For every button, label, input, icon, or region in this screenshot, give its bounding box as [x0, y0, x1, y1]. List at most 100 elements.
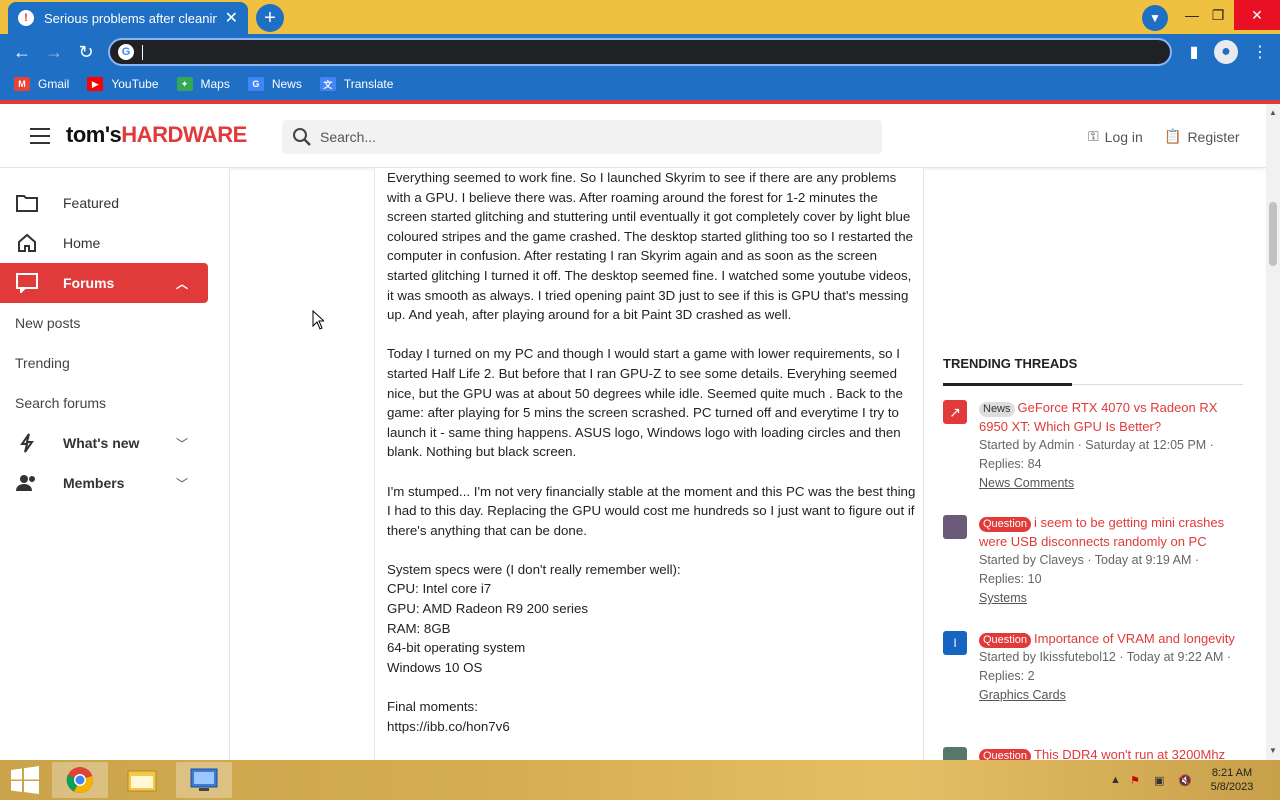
thread-title[interactable]: Importance of VRAM and longevity	[1034, 631, 1235, 646]
sidebar-item-forums[interactable]: Forums ︿	[0, 263, 208, 303]
sidebar-link-search-forums[interactable]: Search forums	[15, 395, 106, 411]
tray-expand-icon[interactable]: ▲	[1110, 774, 1121, 786]
search-icon	[293, 128, 311, 146]
bookmark-maps[interactable]: ✦ Maps	[176, 77, 230, 91]
trending-thread[interactable]: Question This DDR4 won't run at 3200Mhz	[943, 745, 1243, 760]
page-scrollbar[interactable]: ▲ ▼	[1266, 104, 1280, 760]
sidebar-item-label: Members	[63, 475, 125, 491]
post-paragraph: Everything seemed to work fine. So I lau…	[387, 170, 914, 323]
browser-toolbar: ← → ↻ G ▮ ● ⋮	[0, 34, 1280, 70]
bookmark-label: Gmail	[38, 77, 70, 91]
post-paragraph: Today I turned on my PC and though I wou…	[387, 346, 903, 460]
thread-tag: Question	[979, 517, 1032, 532]
scroll-up-icon[interactable]: ▲	[1269, 108, 1277, 117]
volume-muted-icon[interactable]: 🔇	[1178, 774, 1192, 787]
back-icon[interactable]: ←	[10, 40, 34, 64]
spec-line: GPU: AMD Radeon R9 200 series	[387, 601, 589, 617]
news-icon: G	[247, 77, 264, 91]
windows-start-icon[interactable]	[10, 766, 40, 794]
logo-accent-text: HARDWARE	[121, 122, 247, 147]
new-tab-button[interactable]: +	[256, 4, 284, 32]
bookmark-label: YouTube	[111, 77, 159, 91]
address-bar[interactable]: G	[108, 38, 1172, 66]
hamburger-menu-icon[interactable]	[30, 128, 50, 144]
forums-icon	[16, 272, 38, 294]
bookmark-translate[interactable]: 文 Translate	[319, 77, 394, 91]
post-body: Everything seemed to work fine. So I lau…	[387, 168, 917, 736]
site-logo[interactable]: tom'sHARDWARE	[66, 122, 247, 148]
maps-icon: ✦	[176, 77, 193, 91]
login-link[interactable]: ⚿ Log in	[1088, 128, 1143, 145]
sidebar-link-new-posts[interactable]: New posts	[15, 315, 80, 331]
spec-line: CPU: Intel core i7	[387, 581, 492, 597]
folder-icon	[127, 770, 157, 792]
thread-title[interactable]: This DDR4 won't run at 3200Mhz	[1034, 747, 1225, 760]
profile-avatar-icon[interactable]: ●	[1214, 40, 1238, 64]
taskbar-file-explorer[interactable]	[114, 762, 170, 798]
sidebar-item-featured[interactable]: Featured	[0, 183, 208, 223]
sidebar-item-whats-new[interactable]: What's new ﹀	[0, 423, 208, 463]
chevron-down-icon[interactable]: ﹀	[176, 475, 188, 492]
sidebar-item-members[interactable]: Members ﹀	[0, 463, 208, 503]
chevron-up-icon[interactable]: ︿	[176, 275, 188, 292]
sidebar-item-label: Featured	[63, 195, 120, 211]
taskbar-clock[interactable]: 8:21 AM 5/8/2023	[1206, 766, 1258, 794]
forward-icon[interactable]: →	[42, 40, 66, 64]
search-input[interactable]: Search...	[282, 120, 882, 154]
thread-forum-link[interactable]: News Comments	[979, 474, 1245, 493]
thread-title[interactable]: GeForce RTX 4070 vs Radeon RX 6950 XT: W…	[979, 400, 1217, 434]
spec-line: RAM: 8GB	[387, 620, 451, 636]
mouse-cursor-icon	[312, 310, 324, 330]
windows-taskbar: ▲ ⚑ ▣ 🔇 8:21 AM 5/8/2023	[0, 760, 1280, 800]
clock-time: 8:21 AM	[1211, 767, 1253, 779]
spec-line: Windows 10 OS	[387, 659, 483, 675]
search-placeholder: Search...	[320, 129, 377, 145]
system-specs: System specs were (I don't really rememb…	[387, 560, 917, 678]
sidebar-link-trending[interactable]: Trending	[15, 355, 70, 371]
clock-date: 5/8/2023	[1210, 781, 1254, 793]
members-icon	[16, 472, 38, 494]
clipboard-icon: 📋	[1164, 128, 1182, 144]
thread-forum-link[interactable]: Graphics Cards	[979, 686, 1245, 705]
action-center-icon[interactable]: ⚑	[1130, 774, 1140, 787]
browser-tabstrip: ! Serious problems after cleaning c ✕ + …	[0, 0, 1280, 34]
bookmark-label: Translate	[343, 77, 394, 91]
bookmarks-bar: M Gmail ▶ YouTube ✦ Maps G News 文 Transl…	[0, 70, 1280, 98]
more-menu-icon[interactable]: ⋮	[1248, 40, 1272, 64]
trending-heading: TRENDING THREADS	[943, 356, 1078, 371]
post-column: Everything seemed to work fine. So I lau…	[374, 168, 924, 760]
bookmark-gmail[interactable]: M Gmail	[14, 77, 69, 91]
gmail-icon: M	[14, 77, 30, 91]
site-header: tom'sHARDWARE Search... ⚿ Log in 📋 Registe…	[0, 104, 1266, 168]
thread-tag: Question	[979, 749, 1032, 760]
side-panel-icon[interactable]: ▮	[1182, 40, 1206, 64]
window-close-icon[interactable]: ✕	[1234, 0, 1280, 30]
bookmark-youtube[interactable]: ▶ YouTube	[87, 77, 159, 91]
lightning-icon	[16, 432, 38, 454]
thread-forum-link[interactable]: Systems	[979, 589, 1245, 608]
taskbar-remote-desktop[interactable]	[176, 762, 232, 798]
network-icon[interactable]: ▣	[1154, 774, 1164, 787]
register-link[interactable]: 📋 Register	[1164, 128, 1240, 145]
chevron-down-icon[interactable]: ﹀	[176, 435, 188, 452]
browser-tab[interactable]: ! Serious problems after cleaning c ✕	[8, 2, 248, 34]
youtube-icon: ▶	[87, 77, 104, 91]
final-moments-label: Final moments:	[387, 699, 478, 715]
thread-avatar	[943, 747, 967, 760]
scrollbar-thumb[interactable]	[1269, 202, 1277, 266]
tab-title: Serious problems after cleaning c	[44, 10, 217, 26]
tab-search-icon[interactable]: ▼	[1142, 5, 1168, 31]
bookmark-news[interactable]: G News	[247, 77, 302, 91]
taskbar-chrome[interactable]	[52, 762, 108, 798]
trending-underline	[943, 383, 1072, 386]
scroll-down-icon[interactable]: ▼	[1269, 746, 1277, 755]
reload-icon[interactable]: ↻	[74, 40, 98, 64]
tab-close-icon[interactable]: ✕	[225, 8, 238, 28]
sidebar-item-home[interactable]: Home	[0, 223, 208, 263]
spec-line: 64-bit operating system	[387, 640, 526, 656]
thread-meta: Started by Admin · Saturday at 12:05 PM …	[979, 438, 1214, 452]
spec-line: System specs were (I don't really rememb…	[387, 561, 681, 577]
final-moments-link[interactable]: https://ibb.co/hon7v6	[387, 717, 917, 737]
maximize-icon[interactable]: ❐	[1200, 0, 1236, 30]
thread-meta: Started by Ikissfutebol12 · Today at 9:2…	[979, 650, 1231, 664]
